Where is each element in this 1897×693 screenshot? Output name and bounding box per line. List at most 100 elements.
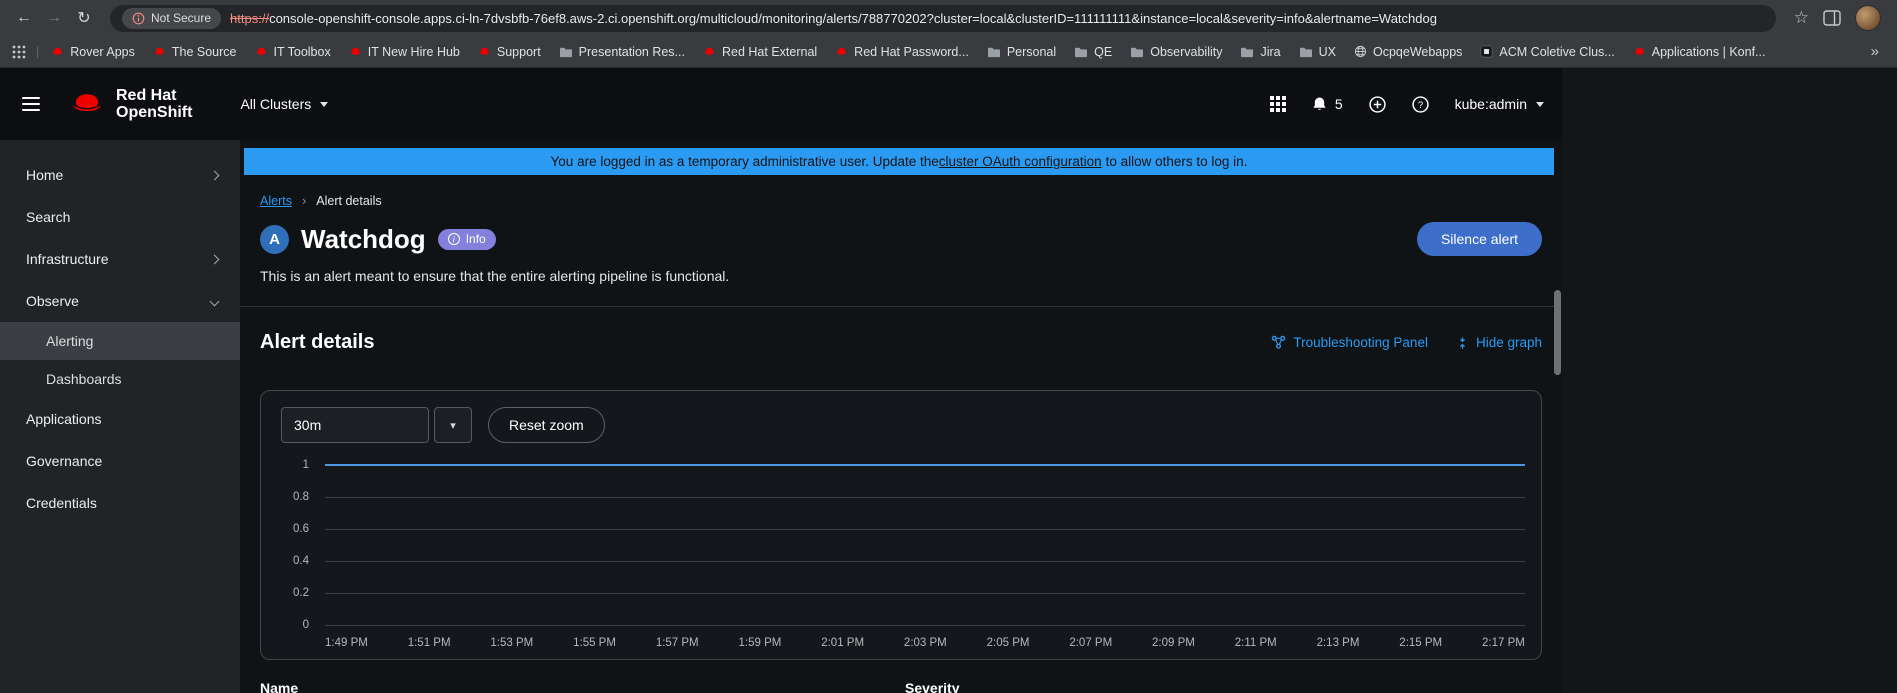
- sidebar-item-observe[interactable]: Observe: [0, 280, 240, 322]
- chart-gridline: [325, 593, 1525, 594]
- hide-graph-link[interactable]: Hide graph: [1456, 335, 1542, 350]
- page-content: You are logged in as a temporary adminis…: [240, 140, 1562, 693]
- sidebar-item-applications[interactable]: Applications: [0, 398, 240, 440]
- chevron-down-icon: [210, 296, 220, 306]
- bookmark-item[interactable]: Support: [478, 45, 541, 59]
- bookmark-item[interactable]: The Source: [153, 45, 237, 59]
- series-line-watchdog: [325, 464, 1525, 466]
- sidebar-item-dashboards[interactable]: Dashboards: [0, 360, 240, 398]
- chart-plot[interactable]: [325, 465, 1525, 625]
- y-axis-label: 0.2: [293, 587, 309, 599]
- bookmark-item[interactable]: OcpqeWebapps: [1354, 45, 1462, 59]
- user-menu[interactable]: kube:admin: [1455, 96, 1544, 112]
- chart-gridline: [325, 561, 1525, 562]
- folder-favicon-icon: [1240, 46, 1254, 58]
- y-axis-label: 1: [303, 459, 309, 471]
- redhat-fedora-icon: [68, 90, 106, 118]
- bookmark-item[interactable]: Rover Apps: [51, 45, 135, 59]
- bookmark-label: QE: [1094, 45, 1112, 59]
- troubleshooting-panel-link[interactable]: Troubleshooting Panel: [1271, 335, 1428, 350]
- bookmark-item[interactable]: Presentation Res...: [559, 45, 685, 59]
- bookmark-star-icon[interactable]: ☆: [1794, 8, 1809, 28]
- bookmark-label: Red Hat External: [722, 45, 817, 59]
- help-icon[interactable]: ?: [1412, 96, 1429, 113]
- y-axis-label: 0.6: [293, 523, 309, 535]
- bookmark-item[interactable]: Applications | Konf...: [1633, 45, 1766, 59]
- chart-gridline: [325, 497, 1525, 498]
- bookmark-item[interactable]: IT New Hire Hub: [349, 45, 460, 59]
- bookmark-item[interactable]: UX: [1299, 45, 1336, 59]
- breadcrumb-alerts-link[interactable]: Alerts: [260, 194, 292, 208]
- x-axis-label: 2:17 PM: [1482, 637, 1525, 649]
- notifications-button[interactable]: 5: [1312, 96, 1343, 113]
- cluster-selector[interactable]: All Clusters: [240, 96, 328, 112]
- sidebar-item-alerting[interactable]: Alerting: [0, 322, 240, 360]
- bookmark-item[interactable]: Personal: [987, 45, 1056, 59]
- folder-favicon-icon: [1074, 46, 1088, 58]
- bookmark-item[interactable]: Red Hat External: [703, 45, 817, 59]
- chevron-right-icon: [210, 254, 220, 264]
- bookmark-item[interactable]: IT Toolbox: [255, 45, 331, 59]
- sidebar-item-home[interactable]: Home: [0, 154, 240, 196]
- brand-logo[interactable]: Red Hat OpenShift: [68, 87, 192, 121]
- window-empty-area: [1562, 68, 1897, 693]
- toolbar-actions: ☆: [1788, 5, 1887, 31]
- title-row: A Watchdog i Info Silence alert: [260, 222, 1542, 256]
- sidebar-item-label: Observe: [26, 293, 79, 309]
- bookmarks-bar: | Rover AppsThe SourceIT ToolboxIT New H…: [0, 36, 1897, 68]
- page-scrollbar-thumb[interactable]: [1554, 290, 1561, 375]
- bookmark-item[interactable]: ACM Coletive Clus...: [1480, 45, 1614, 59]
- sidebar-item-credentials[interactable]: Credentials: [0, 482, 240, 524]
- timespan-select[interactable]: 30m: [281, 407, 429, 443]
- alert-details-header: Alert details Troubleshooting Panel: [240, 307, 1562, 354]
- alert-page-header: Alerts › Alert details A Watchdog i Info…: [240, 175, 1562, 307]
- quick-create-icon[interactable]: [1369, 96, 1386, 113]
- bookmarks-overflow-icon[interactable]: »: [1865, 43, 1885, 60]
- bookmark-item[interactable]: QE: [1074, 45, 1112, 59]
- sidebar-item-infrastructure[interactable]: Infrastructure: [0, 238, 240, 280]
- severity-badge: i Info: [438, 229, 496, 250]
- bookmark-item[interactable]: Red Hat Password...: [835, 45, 969, 59]
- nav-toggle-icon[interactable]: [22, 97, 40, 111]
- bookmarks-list: Rover Apps The Source IT Toolbox IT New Hir…: [51, 45, 1765, 59]
- bookmark-label: Support: [497, 45, 541, 59]
- bookmark-label: ACM Coletive Clus...: [1499, 45, 1614, 59]
- browser-profile-avatar[interactable]: [1855, 5, 1881, 31]
- sidebar-item-governance[interactable]: Governance: [0, 440, 240, 482]
- chevron-down-icon: ▾: [450, 419, 456, 432]
- not-secure-icon: [132, 12, 145, 25]
- back-icon[interactable]: ←: [10, 4, 38, 32]
- chevron-down-icon: [1536, 102, 1544, 107]
- banner-text: You are logged in as a temporary adminis…: [551, 154, 939, 169]
- bookmark-item[interactable]: Jira: [1240, 45, 1280, 59]
- silence-alert-button[interactable]: Silence alert: [1417, 222, 1542, 256]
- oauth-config-link[interactable]: cluster OAuth configuration: [939, 154, 1102, 169]
- timespan-caret-button[interactable]: ▾: [434, 407, 472, 443]
- forward-icon[interactable]: →: [40, 4, 68, 32]
- dark-favicon-icon: [1480, 45, 1493, 58]
- sidebar-item-label: Alerting: [46, 333, 93, 349]
- column-label-name: Name: [260, 680, 298, 693]
- notification-count: 5: [1335, 96, 1343, 112]
- folder-favicon-icon: [1130, 46, 1144, 58]
- sidebar-item-search[interactable]: Search: [0, 196, 240, 238]
- alert-graph-panel: 30m ▾ Reset zoom 00.20.40.60.81 1:49 PM1…: [260, 390, 1542, 660]
- sidebar-item-label: Dashboards: [46, 371, 122, 387]
- bookmark-label: IT Toolbox: [274, 45, 331, 59]
- browser-toolbar: ← → ↻ Not Secure https://console-openshi…: [0, 0, 1897, 36]
- security-chip[interactable]: Not Secure: [122, 8, 221, 29]
- apps-grid-icon[interactable]: [12, 45, 26, 59]
- reset-zoom-button[interactable]: Reset zoom: [488, 407, 605, 443]
- redhat-favicon-icon: [835, 45, 848, 58]
- side-panel-icon[interactable]: [1823, 10, 1841, 26]
- bookmark-label: Personal: [1007, 45, 1056, 59]
- bell-icon: [1312, 96, 1327, 113]
- folder-favicon-icon: [559, 46, 573, 58]
- app-launcher-icon[interactable]: [1270, 96, 1286, 112]
- reload-icon[interactable]: ↻: [70, 4, 98, 32]
- address-bar[interactable]: Not Secure https://console-openshift-con…: [110, 5, 1776, 32]
- x-axis-label: 2:07 PM: [1069, 637, 1112, 649]
- bookmark-label: Applications | Konf...: [1652, 45, 1766, 59]
- x-axis-label: 1:49 PM: [325, 637, 368, 649]
- bookmark-item[interactable]: Observability: [1130, 45, 1222, 59]
